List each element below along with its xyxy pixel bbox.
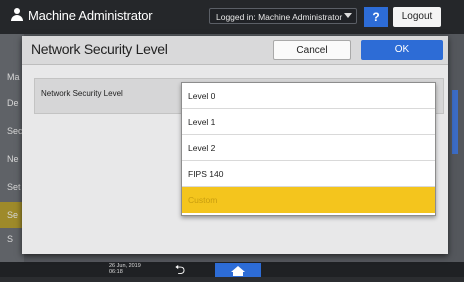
chevron-down-icon [344, 13, 352, 18]
dialog-title: Network Security Level [31, 41, 168, 57]
option-level-1[interactable]: Level 1 [182, 109, 435, 135]
setting-label: Network Security Level [41, 89, 123, 98]
menu-item: Sec [7, 126, 23, 136]
system-top-bar: Machine Administrator Logged in: Machine… [0, 0, 464, 34]
background-scrollbar [452, 90, 458, 154]
logout-button[interactable]: Logout [393, 7, 441, 27]
energy-saver-icon[interactable] [448, 7, 460, 23]
date-time: 26 Jun, 2019 06:18 [109, 263, 141, 275]
security-level-dropdown: Level 0 Level 1 Level 2 FIPS 140 Custom [181, 82, 436, 216]
menu-item: De [7, 98, 19, 108]
user-icon [11, 8, 23, 21]
home-button[interactable] [215, 263, 261, 277]
dialog-header: Network Security Level Cancel OK [22, 36, 448, 65]
logged-in-dropdown[interactable]: Logged in: Machine Administrator [209, 8, 357, 24]
back-icon[interactable]: ⮌ [171, 262, 189, 277]
menu-item: Ne [7, 154, 19, 164]
menu-item: Set [7, 182, 21, 192]
bottom-bar: 26 Jun, 2019 06:18 ⮌ [0, 262, 464, 277]
cancel-button[interactable]: Cancel [273, 40, 351, 60]
background-menu: Ma De Sec Ne Set Se S [0, 34, 24, 262]
menu-item: Ma [7, 72, 20, 82]
menu-item: S [7, 234, 14, 244]
option-fips-140[interactable]: FIPS 140 [182, 161, 435, 187]
ok-button[interactable]: OK [361, 40, 443, 60]
logged-in-label: Logged in: Machine Administrator [216, 12, 343, 22]
option-level-0[interactable]: Level 0 [182, 83, 435, 109]
admin-name: Machine Administrator [28, 8, 153, 23]
time-label: 06:18 [109, 269, 123, 275]
home-icon [231, 266, 245, 276]
option-level-2[interactable]: Level 2 [182, 135, 435, 161]
option-custom[interactable]: Custom [182, 187, 435, 213]
help-button[interactable]: ? [364, 7, 388, 27]
menu-item: Se [7, 210, 19, 220]
